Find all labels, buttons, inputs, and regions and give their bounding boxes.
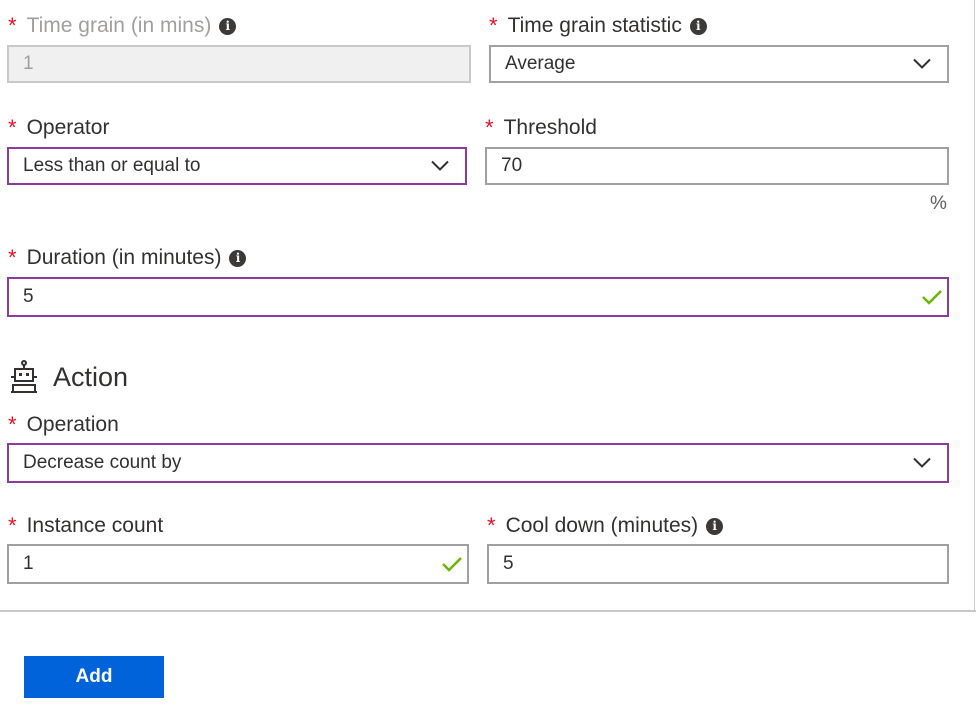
action-section-title: Action	[9, 360, 128, 394]
operation-value: Decrease count by	[23, 452, 182, 473]
info-icon[interactable]: i	[219, 17, 237, 35]
required-mark: *	[8, 13, 17, 38]
duration-label-text: Duration (in minutes)	[26, 246, 222, 269]
cool-down-label: * Cool down (minutes) i	[487, 513, 724, 538]
panel-border	[974, 0, 975, 611]
time-grain-label: * Time grain (in mins) i	[8, 13, 237, 38]
operator-dropdown[interactable]: Less than or equal to	[7, 147, 467, 185]
operation-label-text: Operation	[26, 413, 119, 436]
duration-value: 5	[23, 286, 34, 307]
threshold-label: * Threshold	[485, 116, 597, 140]
info-icon[interactable]: i	[229, 249, 247, 267]
time-grain-value: 1	[23, 53, 34, 74]
required-mark: *	[8, 115, 17, 140]
threshold-input[interactable]: 70	[485, 147, 949, 185]
chevron-down-icon	[431, 160, 449, 171]
chevron-down-icon	[913, 457, 931, 468]
time-grain-statistic-value: Average	[505, 53, 576, 74]
robot-icon	[11, 360, 37, 393]
required-mark: *	[8, 513, 17, 538]
instance-count-value: 1	[23, 553, 34, 574]
required-mark: *	[8, 412, 17, 437]
add-button[interactable]: Add	[24, 656, 164, 698]
required-mark: *	[489, 13, 498, 38]
time-grain-label-text: Time grain (in mins)	[26, 14, 212, 37]
time-grain-statistic-dropdown[interactable]: Average	[489, 45, 949, 83]
info-icon[interactable]: i	[689, 17, 707, 35]
scale-rule-form: * Time grain (in mins) i 1 * Time grain …	[0, 0, 976, 716]
time-grain-input: 1	[7, 45, 471, 83]
footer-divider	[0, 610, 976, 612]
operation-label: * Operation	[8, 413, 119, 437]
threshold-unit: %	[930, 193, 947, 214]
cool-down-value: 5	[503, 553, 514, 574]
operator-value: Less than or equal to	[23, 155, 201, 176]
time-grain-statistic-label: * Time grain statistic i	[489, 14, 707, 38]
duration-label: * Duration (in minutes) i	[8, 245, 247, 270]
operation-dropdown[interactable]: Decrease count by	[7, 443, 949, 483]
instance-count-label-text: Instance count	[26, 514, 164, 537]
threshold-value: 70	[501, 155, 523, 176]
time-grain-statistic-label-text: Time grain statistic	[507, 14, 682, 37]
action-title-text: Action	[53, 361, 129, 392]
operator-label-text: Operator	[26, 116, 110, 139]
instance-count-label: * Instance count	[8, 514, 163, 538]
instance-count-input[interactable]: 1	[7, 544, 469, 584]
cool-down-label-text: Cool down (minutes)	[505, 514, 699, 537]
required-mark: *	[8, 245, 17, 270]
checkmark-icon	[442, 557, 462, 572]
duration-input[interactable]: 5	[7, 277, 949, 317]
info-icon[interactable]: i	[706, 517, 724, 535]
threshold-label-text: Threshold	[503, 116, 597, 139]
chevron-down-icon	[913, 58, 931, 69]
checkmark-icon	[922, 290, 942, 305]
required-mark: *	[485, 115, 494, 140]
required-mark: *	[487, 513, 496, 538]
cool-down-input[interactable]: 5	[487, 544, 949, 584]
operator-label: * Operator	[8, 116, 109, 140]
